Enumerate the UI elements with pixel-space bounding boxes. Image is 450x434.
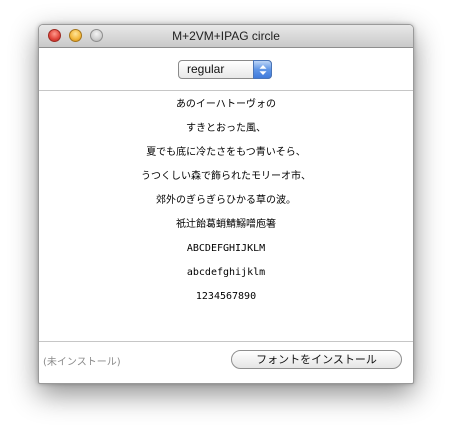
install-font-button[interactable]: フォントをインストール [231, 350, 402, 369]
sample-line: 夏でも底に冷たさをもつ青いそら、 [146, 147, 306, 158]
sample-line: 祇辻飴葛蛸鯖鰯噌庖箸 [176, 219, 276, 230]
sample-line: ABCDEFGHIJKLM [186, 243, 266, 254]
style-popup-value: regular [187, 62, 225, 76]
install-status-text: (未インストール) [43, 357, 121, 368]
divider-top [39, 90, 413, 91]
sample-line: あのイーハトーヴォの [175, 99, 277, 110]
style-popup-button[interactable]: regular [178, 60, 272, 79]
window-title: M+2VM+IPAG circle [172, 29, 280, 43]
sample-line: うつくしい森で飾られたモリーオ市、 [141, 171, 311, 182]
sample-line: abcdefghijklm [186, 267, 266, 278]
divider-bottom [39, 341, 413, 342]
title-bar[interactable]: M+2VM+IPAG circle [39, 25, 413, 48]
popup-arrows-icon [253, 60, 272, 79]
sample-line: 1234567890 [195, 291, 257, 302]
sample-line: 郊外のぎらぎらひかる草の波。 [156, 195, 296, 206]
font-sample-area: あのイーハトーヴォの すきとおった風、 夏でも底に冷たさをもつ青いそら、 うつく… [39, 93, 413, 309]
font-preview-window: M+2VM+IPAG circle regular あのイーハトーヴォの すきと… [38, 24, 414, 384]
sample-line: すきとおった風、 [186, 123, 266, 134]
